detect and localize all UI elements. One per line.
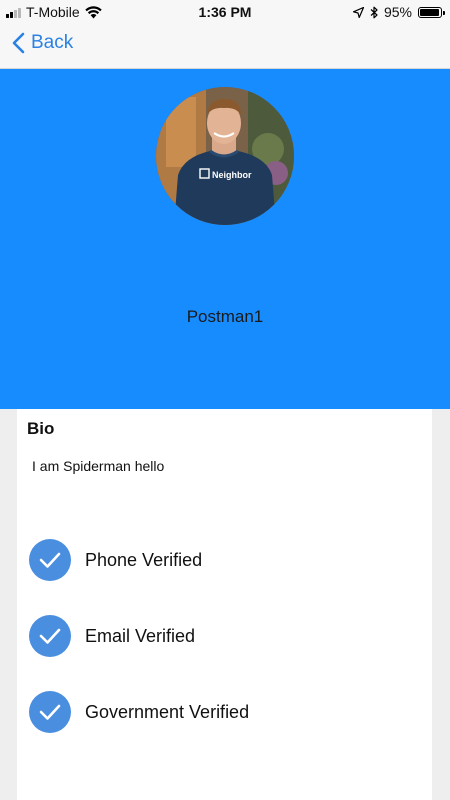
verification-item-government: Government Verified bbox=[29, 691, 409, 733]
location-arrow-icon bbox=[352, 6, 364, 18]
avatar-shirt-text: Neighbor bbox=[212, 170, 252, 180]
back-button-label: Back bbox=[31, 32, 74, 53]
profile-details-card: Bio I am Spiderman hello Phone Verified … bbox=[17, 409, 432, 800]
checkmark-icon bbox=[29, 615, 71, 657]
checkmark-icon bbox=[29, 691, 71, 733]
checkmark-icon bbox=[29, 539, 71, 581]
verification-item-email: Email Verified bbox=[29, 615, 409, 657]
navigation-bar: Back bbox=[0, 24, 450, 69]
bluetooth-icon bbox=[370, 6, 378, 18]
status-bar-right: 95% bbox=[352, 4, 445, 20]
avatar: Neighbor bbox=[156, 87, 294, 225]
battery-icon bbox=[418, 6, 445, 18]
battery-percent: 95% bbox=[383, 4, 412, 20]
profile-header: Neighbor Postman1 bbox=[0, 69, 450, 409]
back-button[interactable]: Back bbox=[12, 32, 73, 54]
bio-heading: Bio bbox=[27, 419, 55, 438]
profile-username: Postman1 bbox=[186, 307, 264, 326]
chevron-left-icon bbox=[12, 32, 25, 54]
verification-label: Government Verified bbox=[85, 701, 250, 722]
verification-label: Email Verified bbox=[85, 625, 196, 646]
verification-label: Phone Verified bbox=[85, 549, 203, 570]
status-bar: T-Mobile 1:36 PM 95% bbox=[0, 0, 450, 24]
bio-text: I am Spiderman hello bbox=[32, 458, 165, 474]
verification-item-phone: Phone Verified bbox=[29, 539, 409, 581]
